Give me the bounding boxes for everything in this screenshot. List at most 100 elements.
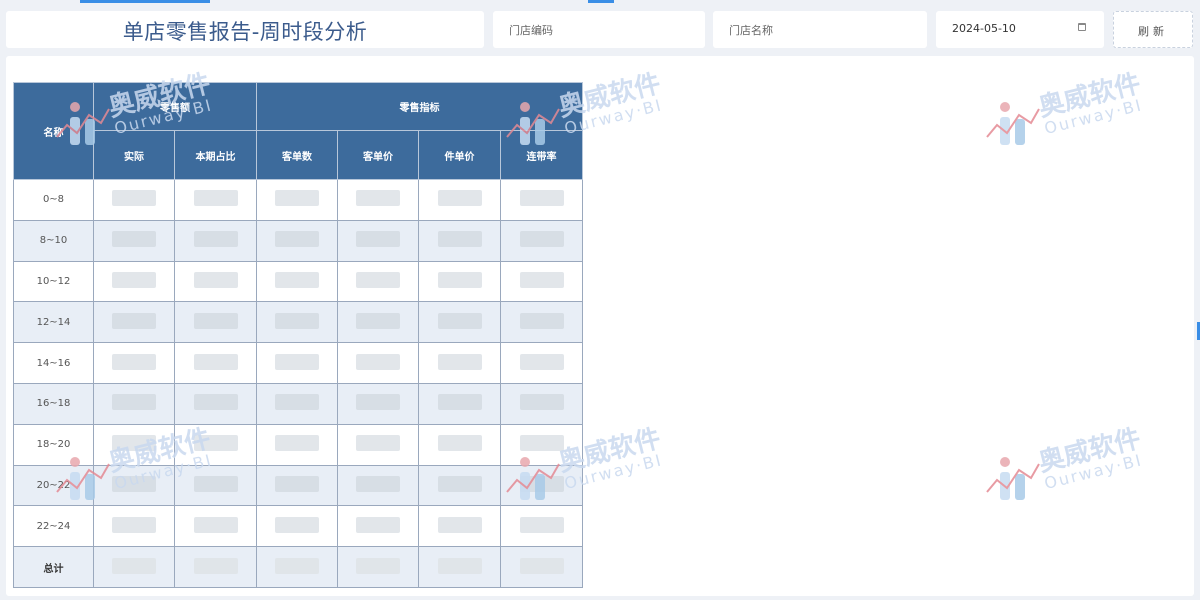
table-row[interactable]: 0~8 [13, 179, 583, 221]
redacted-value [275, 312, 319, 329]
redacted-cell [418, 546, 501, 588]
name-header[interactable]: 名称 [13, 82, 94, 180]
redacted-cell [174, 382, 257, 425]
redacted-cell [256, 423, 338, 466]
redacted-value [275, 190, 319, 207]
redacted-value [519, 435, 564, 452]
redacted-value [112, 557, 156, 574]
redacted-value [193, 557, 238, 574]
table-row[interactable]: 8~10 [13, 219, 583, 262]
redacted-value [519, 394, 564, 411]
metrics-group-header[interactable]: 零售指标 [256, 82, 583, 131]
redacted-value [275, 516, 319, 533]
time-slot-label: 16~18 [13, 382, 94, 425]
redacted-cell [256, 546, 338, 588]
redacted-cell [256, 260, 338, 303]
table-row[interactable]: 18~20 [13, 423, 583, 466]
calendar-icon[interactable] [1078, 23, 1086, 31]
redacted-value [519, 353, 564, 370]
redacted-value [112, 435, 156, 452]
col-share[interactable]: 本期占比 [174, 130, 257, 180]
col-avg-item-price[interactable]: 件单价 [418, 130, 501, 180]
redacted-value [519, 190, 564, 207]
redacted-cell [93, 505, 175, 548]
redacted-cell [337, 464, 419, 507]
col-attach-rate[interactable]: 连带率 [500, 130, 583, 180]
redacted-cell [500, 423, 583, 466]
date-picker[interactable]: 2024-05-10 [936, 11, 1104, 48]
redacted-cell [337, 382, 419, 425]
page-title: 单店零售报告-周时段分析 [122, 20, 368, 44]
title-card: 单店零售报告-周时段分析 [6, 11, 484, 48]
redacted-cell [418, 342, 501, 384]
redacted-cell [93, 423, 175, 466]
table-row[interactable]: 12~14 [13, 301, 583, 344]
redacted-value [519, 312, 564, 329]
sales-group-header[interactable]: 零售额 [93, 82, 257, 131]
table-row[interactable]: 22~24 [13, 505, 583, 548]
date-value: 2024-05-10 [952, 22, 1016, 35]
store-name-field[interactable]: 门店名称 [713, 11, 927, 48]
store-code-field[interactable]: 门店编码 [493, 11, 705, 48]
col-orders[interactable]: 客单数 [256, 130, 338, 180]
redacted-value [519, 231, 564, 248]
table-row[interactable]: 16~18 [13, 382, 583, 425]
redacted-value [112, 475, 156, 492]
tab-indicator [80, 0, 210, 3]
redacted-cell [500, 382, 583, 425]
redacted-value [437, 271, 482, 288]
redacted-cell [174, 464, 257, 507]
redacted-value [275, 353, 319, 370]
redacted-value [193, 435, 238, 452]
redacted-cell [93, 260, 175, 303]
total-row[interactable]: 总计 [13, 546, 583, 588]
time-slot-label: 12~14 [13, 301, 94, 344]
redacted-cell [93, 342, 175, 384]
redacted-cell [93, 301, 175, 344]
redacted-cell [93, 464, 175, 507]
redacted-cell [337, 546, 419, 588]
redacted-cell [256, 342, 338, 384]
redacted-cell [500, 219, 583, 262]
time-slot-label: 22~24 [13, 505, 94, 548]
redacted-cell [256, 219, 338, 262]
table-row[interactable]: 20~22 [13, 464, 583, 507]
col-avg-order-value[interactable]: 客单价 [337, 130, 419, 180]
redacted-value [193, 475, 238, 492]
redacted-cell [337, 342, 419, 384]
redacted-value [193, 231, 238, 248]
table-row[interactable]: 10~12 [13, 260, 583, 303]
table-row[interactable]: 14~16 [13, 342, 583, 384]
redacted-value [112, 190, 156, 207]
redacted-cell [93, 219, 175, 262]
redacted-cell [174, 546, 257, 588]
redacted-cell [174, 423, 257, 466]
redacted-value [275, 435, 319, 452]
redacted-value [356, 516, 400, 533]
redacted-value [193, 394, 238, 411]
redacted-cell [174, 505, 257, 548]
redacted-cell [256, 464, 338, 507]
redacted-cell [418, 382, 501, 425]
redacted-value [193, 271, 238, 288]
store-code-placeholder: 门店编码 [509, 24, 553, 37]
redacted-value [356, 394, 400, 411]
time-slot-label: 18~20 [13, 423, 94, 466]
col-actual[interactable]: 实际 [93, 130, 175, 180]
redacted-cell [256, 505, 338, 548]
redacted-value [356, 353, 400, 370]
redacted-value [356, 190, 400, 207]
redacted-cell [337, 301, 419, 344]
redacted-cell [174, 219, 257, 262]
redacted-value [275, 557, 319, 574]
redacted-value [519, 516, 564, 533]
refresh-button[interactable]: 刷新 [1113, 11, 1193, 48]
redacted-value [437, 475, 482, 492]
redacted-value [112, 312, 156, 329]
redacted-value [437, 353, 482, 370]
redacted-cell [500, 260, 583, 303]
redacted-value [356, 231, 400, 248]
redacted-value [437, 312, 482, 329]
redacted-cell [418, 219, 501, 262]
redacted-cell [174, 260, 257, 303]
